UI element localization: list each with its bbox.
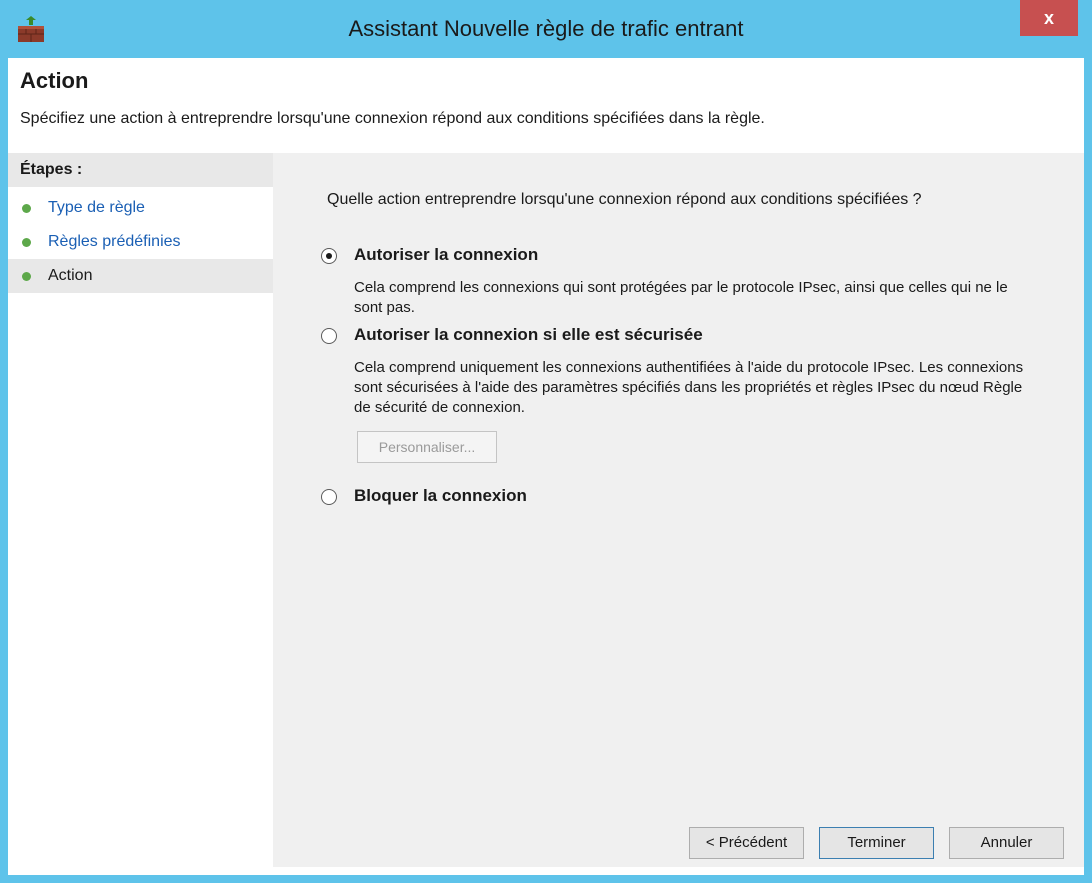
back-button[interactable]: < Précédent: [689, 827, 804, 859]
window-title: Assistant Nouvelle règle de trafic entra…: [348, 16, 744, 41]
steps-heading: Étapes :: [8, 153, 273, 187]
step-item-regles-predefinies[interactable]: Règles prédéfinies: [8, 225, 273, 259]
step-label: Type de règle: [48, 199, 145, 216]
step-label: Règles prédéfinies: [48, 233, 181, 250]
radio-button[interactable]: [321, 248, 337, 264]
steps-panel: Étapes : Type de règle Règles prédéfinie…: [8, 153, 273, 867]
radio-button[interactable]: [321, 328, 337, 344]
customize-button[interactable]: Personnaliser...: [357, 431, 497, 463]
wizard-window: Assistant Nouvelle règle de trafic entra…: [0, 0, 1092, 883]
radio-label[interactable]: Autoriser la connexion: [354, 245, 538, 265]
close-button[interactable]: x: [1020, 0, 1078, 36]
step-status-dot-icon: [22, 272, 31, 281]
step-item-type-de-regle[interactable]: Type de règle: [8, 191, 273, 225]
step-label: Action: [48, 267, 93, 284]
wizard-header: Action Spécifiez une action à entreprend…: [8, 58, 1084, 153]
step-item-action[interactable]: Action: [8, 259, 273, 293]
radio-button[interactable]: [321, 489, 337, 505]
radio-label[interactable]: Autoriser la connexion si elle est sécur…: [354, 325, 703, 345]
content-panel: Quelle action entreprendre lorsqu'une co…: [273, 153, 1084, 867]
step-status-dot-icon: [22, 204, 31, 213]
option-description: Cela comprend uniquement les connexions …: [354, 359, 1024, 416]
finish-button[interactable]: Terminer: [819, 827, 934, 859]
cancel-button[interactable]: Annuler: [949, 827, 1064, 859]
option-description: Cela comprend les connexions qui sont pr…: [354, 279, 1008, 316]
page-description: Spécifiez une action à entreprendre lors…: [20, 110, 765, 127]
step-status-dot-icon: [22, 238, 31, 247]
close-icon: x: [1043, 8, 1054, 28]
radio-label[interactable]: Bloquer la connexion: [354, 486, 527, 506]
page-title: Action: [20, 68, 89, 93]
action-question: Quelle action entreprendre lorsqu'une co…: [327, 191, 922, 208]
title-bar[interactable]: Assistant Nouvelle règle de trafic entra…: [0, 0, 1092, 58]
